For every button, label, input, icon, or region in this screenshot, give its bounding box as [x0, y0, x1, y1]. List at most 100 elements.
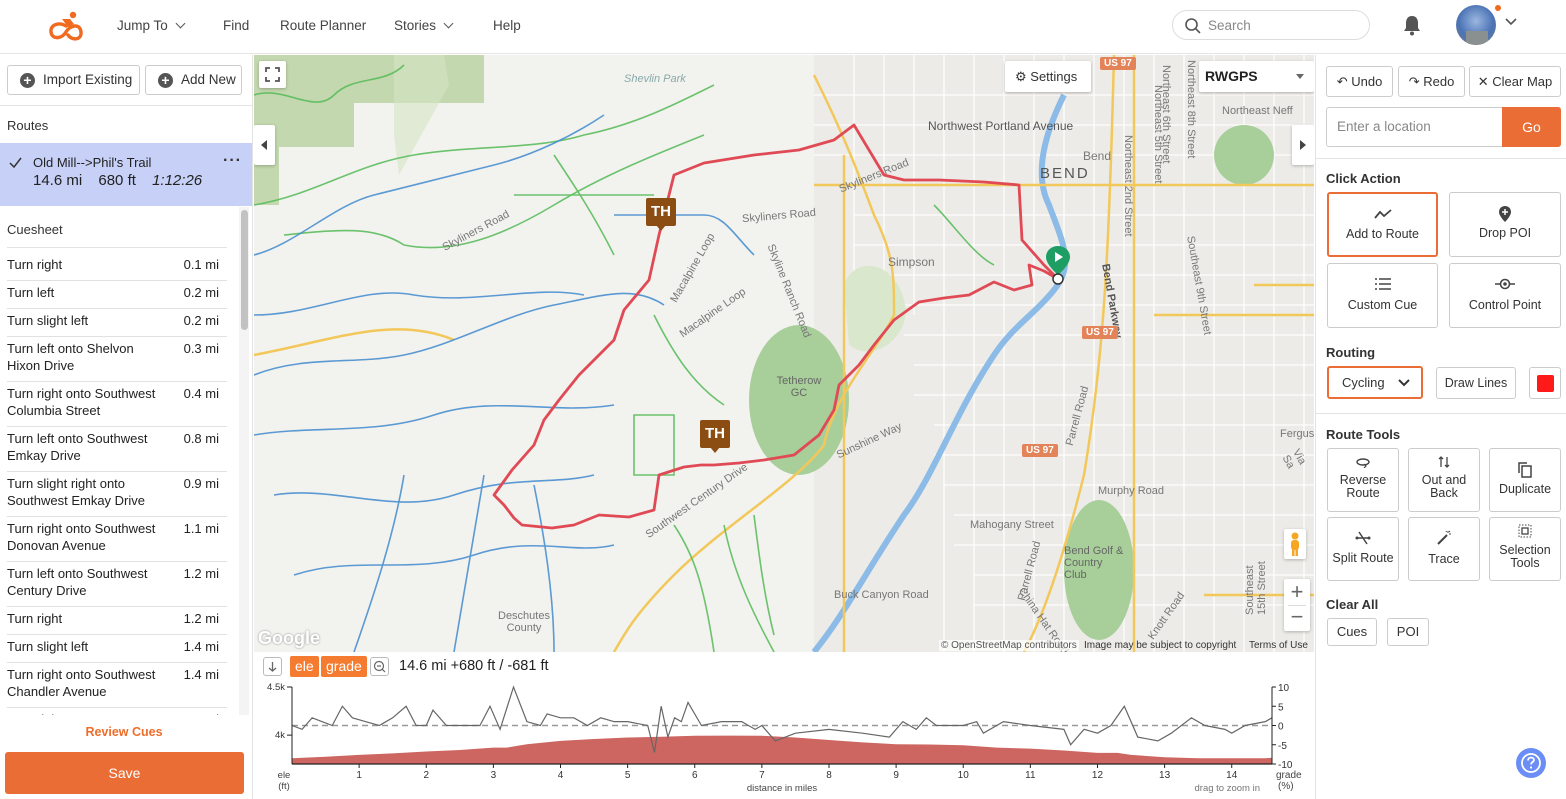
- out-and-back-button[interactable]: Out and Back: [1408, 448, 1480, 512]
- review-cues-link[interactable]: Review Cues: [0, 725, 248, 739]
- zoom-out-button[interactable]: −: [1284, 605, 1310, 631]
- map-layer-select[interactable]: RWGPS: [1199, 61, 1314, 92]
- cue-distance: 0.2 mi: [183, 313, 219, 328]
- y-left-tick-label: 4k: [275, 730, 285, 741]
- x-tick-label: 7: [759, 770, 765, 781]
- go-button[interactable]: Go: [1502, 107, 1561, 147]
- map-label: Simpson: [888, 255, 935, 269]
- duplicate-button[interactable]: Duplicate: [1489, 448, 1561, 512]
- park-spiral: [1214, 125, 1274, 185]
- start-marker-icon[interactable]: [1045, 245, 1071, 285]
- left-panel: + Import Existing + Add New Routes Old Mil…: [0, 55, 253, 799]
- undo-button[interactable]: ↶ Undo: [1326, 66, 1393, 97]
- nav-help[interactable]: Help: [493, 18, 521, 33]
- cue-text: Turn left onto Shelvon Hixon Drive: [7, 341, 134, 373]
- clear-all-header: Clear All: [1326, 597, 1379, 612]
- add-new-button[interactable]: + Add New: [145, 65, 242, 95]
- map-canvas[interactable]: Shevlin Park Northwest Portland Avenue B…: [254, 55, 1314, 652]
- osm-attribution[interactable]: © OpenStreetMap contributors: [939, 640, 1079, 651]
- cue-text: Turn slight right onto Southwest Emkay D…: [7, 476, 145, 508]
- out-and-back-icon: [1438, 456, 1450, 468]
- drop-poi-button[interactable]: Drop POI: [1449, 192, 1561, 257]
- help-button[interactable]: [1516, 748, 1546, 778]
- magic-wand-icon: [1437, 530, 1451, 545]
- cue-row[interactable]: Turn right onto Southwest Chandler Avenu…: [7, 658, 227, 708]
- route-elevation: 680 ft: [98, 172, 136, 189]
- x-tick-label: 4: [558, 770, 564, 781]
- route-line-icon: [1373, 209, 1392, 219]
- collapse-right-panel-button[interactable]: [1292, 125, 1314, 165]
- selection-icon: [1518, 524, 1532, 538]
- nav-find[interactable]: Find: [223, 18, 249, 33]
- collapse-left-panel-button[interactable]: [254, 125, 275, 165]
- scrollbar-thumb[interactable]: [241, 210, 248, 330]
- cue-row[interactable]: Turn right onto Southwest Donovan Avenue…: [7, 512, 227, 562]
- y-right-tick-label: -5: [1278, 741, 1287, 752]
- cue-text: Turn right onto Southwest Donovan Avenue: [7, 521, 156, 553]
- draw-lines-button[interactable]: Draw Lines: [1436, 367, 1516, 399]
- ride-with-gps-logo[interactable]: [46, 10, 86, 42]
- nav-jump-to[interactable]: Jump To: [117, 18, 186, 33]
- routes-header: Routes: [7, 118, 49, 133]
- divider: [1316, 413, 1566, 414]
- clear-map-button[interactable]: ✕ Clear Map: [1469, 66, 1561, 97]
- fullscreen-button[interactable]: [259, 61, 286, 88]
- nav-route-planner[interactable]: Route Planner: [280, 18, 366, 33]
- cue-row[interactable]: Turn right onto Southwest Columbia Stree…: [7, 377, 227, 427]
- x-tick-label: 9: [893, 770, 899, 781]
- y-left-label: ele: [278, 770, 291, 781]
- more-options-icon[interactable]: ···: [223, 152, 242, 170]
- selection-tools-button[interactable]: Selection Tools: [1489, 517, 1561, 581]
- trace-button[interactable]: Trace: [1408, 517, 1480, 581]
- save-button[interactable]: Save: [5, 752, 244, 794]
- add-to-route-button[interactable]: Add to Route: [1327, 192, 1438, 257]
- cue-distance: 1.7 mi: [184, 711, 219, 715]
- x-tick-label: 6: [692, 770, 698, 781]
- search-icon: [1185, 18, 1201, 34]
- zoom-controls: + −: [1284, 579, 1310, 631]
- google-logo: Google: [258, 628, 320, 648]
- nav-stories[interactable]: Stories: [394, 18, 454, 33]
- redo-button[interactable]: ↷ Redo: [1398, 66, 1465, 97]
- cue-row[interactable]: Turn left onto Southwest Emkay Drive 0.8 …: [7, 422, 227, 472]
- bell-icon[interactable]: [1402, 14, 1422, 36]
- cue-distance: 1.4 mi: [183, 667, 219, 682]
- import-existing-button[interactable]: + Import Existing: [7, 65, 140, 95]
- routing-mode-select[interactable]: Cycling: [1327, 366, 1423, 399]
- cue-row[interactable]: Turn slight right onto Southwest Emkay D…: [7, 467, 227, 517]
- cue-row[interactable]: Turn right onto Mount... 1.7 mi: [7, 703, 227, 715]
- cue-distance: 1.2 mi: [183, 611, 219, 626]
- reverse-route-button[interactable]: Reverse Route: [1327, 448, 1399, 512]
- chevron-down-icon: [443, 18, 454, 29]
- clear-poi-button[interactable]: POI: [1387, 618, 1429, 646]
- trailhead-marker[interactable]: TH: [646, 198, 676, 226]
- terms-of-use-link[interactable]: Terms of Use: [1249, 640, 1308, 651]
- clear-cues-button[interactable]: Cues: [1327, 618, 1377, 646]
- chevron-down-icon[interactable]: [1505, 17, 1517, 27]
- elevation-chart[interactable]: 4.5k4k1050-5-101 2 3 4 5 6 7 8 9 10 11 12 13 14ele(ft…: [254, 652, 1314, 799]
- search-input[interactable]: Search: [1172, 10, 1370, 40]
- route-color-picker[interactable]: [1529, 367, 1561, 399]
- right-panel: ↶ Undo ↷ Redo ✕ Clear Map Enter a locati…: [1315, 55, 1566, 799]
- plus-circle-icon: +: [158, 72, 173, 88]
- control-point-button[interactable]: Control Point: [1449, 263, 1561, 328]
- map-settings-button[interactable]: ⚙ Settings: [1005, 61, 1091, 92]
- route-list-item[interactable]: Old Mill-->Phil's Trail 14.6 mi 680 ft 1…: [0, 143, 252, 206]
- map-label: Shevlin Park: [624, 73, 686, 85]
- street-view-pegman[interactable]: [1284, 529, 1306, 559]
- cue-row[interactable]: Turn left onto Shelvon Hixon Drive 0.3 mi: [7, 332, 227, 382]
- caret-left-icon: [261, 140, 267, 150]
- map-label: Fergus: [1280, 428, 1314, 440]
- cue-list: Turn right 0.1 mi Turn left 0.2 mi Turn slig…: [0, 248, 238, 715]
- user-avatar[interactable]: [1456, 5, 1496, 45]
- cue-row[interactable]: Turn left onto Southwest Century Drive 1.…: [7, 557, 227, 607]
- custom-cue-button[interactable]: Custom Cue: [1327, 263, 1438, 328]
- question-circle-icon: [1521, 753, 1541, 773]
- x-tick-label: 14: [1226, 770, 1238, 781]
- duplicate-icon: [1518, 462, 1532, 478]
- split-route-button[interactable]: Split Route: [1327, 517, 1399, 581]
- click-action-header: Click Action: [1326, 171, 1401, 186]
- zoom-in-button[interactable]: +: [1284, 579, 1310, 605]
- trailhead-marker[interactable]: TH: [700, 420, 730, 448]
- gear-icon: ⚙: [1015, 69, 1027, 84]
